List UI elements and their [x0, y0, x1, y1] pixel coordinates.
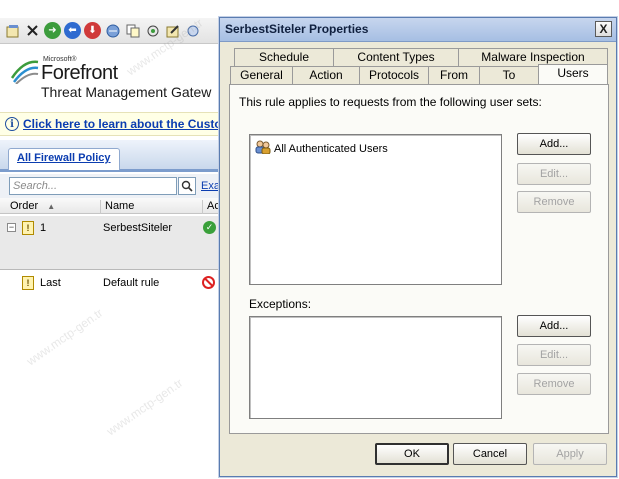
- brand-product-name: Threat Management Gatew: [41, 84, 212, 100]
- delete-icon[interactable]: [24, 22, 41, 39]
- search-row: Search... Exa: [0, 174, 230, 198]
- user-sets-list[interactable]: All Authenticated Users: [249, 134, 502, 285]
- tab-action[interactable]: Action: [292, 66, 360, 84]
- users-group-icon: [255, 140, 271, 157]
- tab-all-firewall-policy[interactable]: All Firewall Policy: [8, 148, 120, 170]
- dialog-title: SerbestSiteler Properties: [225, 22, 369, 36]
- info-bar: i Click here to learn about the Custo: [0, 112, 230, 136]
- table-row[interactable]: − ! 1 SerbestSiteler ✓: [0, 216, 230, 270]
- user-sets-description: This rule applies to requests from the f…: [239, 95, 542, 109]
- close-button[interactable]: X: [595, 21, 612, 37]
- add-exception-button[interactable]: Add...: [517, 315, 591, 337]
- exceptions-label: Exceptions:: [249, 297, 312, 311]
- column-name[interactable]: Name: [100, 200, 134, 214]
- remove-user-set-button[interactable]: Remove: [517, 191, 591, 213]
- edit-icon[interactable]: [164, 22, 181, 39]
- collapse-icon[interactable]: −: [7, 223, 16, 232]
- row-name: SerbestSiteler: [103, 222, 173, 234]
- rule-icon: !: [22, 276, 34, 290]
- policy-tabstrip: All Firewall Policy: [0, 140, 230, 172]
- forefront-logo-icon: [10, 58, 40, 87]
- search-icon[interactable]: [178, 177, 196, 195]
- dialog-titlebar[interactable]: SerbestSiteler Properties X: [220, 18, 616, 42]
- allow-icon: ✓: [203, 221, 216, 234]
- column-action[interactable]: Ac: [202, 200, 220, 214]
- brand-forefront: Forefront: [41, 62, 118, 84]
- forward-icon[interactable]: ➜: [44, 22, 61, 39]
- properties-icon[interactable]: [4, 22, 21, 39]
- tab-users[interactable]: Users: [538, 64, 608, 84]
- tab-content-types[interactable]: Content Types: [333, 48, 459, 66]
- policy-grid-header: Order ▲ Name Ac: [0, 198, 230, 214]
- tab-schedule[interactable]: Schedule: [234, 48, 334, 66]
- cancel-button[interactable]: Cancel: [453, 443, 527, 465]
- column-order-label: Order: [10, 200, 39, 212]
- copy-icon[interactable]: [124, 22, 141, 39]
- info-link[interactable]: Click here to learn about the Custo: [23, 117, 222, 131]
- tab-from[interactable]: From: [428, 66, 480, 84]
- back-icon[interactable]: ⬅: [64, 22, 81, 39]
- deny-icon: [202, 276, 215, 289]
- settings-icon[interactable]: [184, 22, 201, 39]
- product-branding: Microsoft® Forefront Threat Management G…: [8, 54, 230, 104]
- ok-button[interactable]: OK: [375, 443, 449, 465]
- rule-properties-dialog: SerbestSiteler Properties X Schedule Con…: [219, 17, 617, 477]
- column-order[interactable]: Order ▲: [6, 200, 55, 214]
- rule-icon: !: [22, 221, 34, 235]
- search-input[interactable]: Search...: [9, 177, 177, 195]
- network-icon[interactable]: [144, 22, 161, 39]
- tab-to[interactable]: To: [479, 66, 539, 84]
- edit-user-set-button[interactable]: Edit...: [517, 163, 591, 185]
- row-order: Last: [40, 277, 61, 289]
- exceptions-list[interactable]: [249, 316, 502, 419]
- apply-button[interactable]: Apply: [533, 443, 607, 465]
- tab-protocols[interactable]: Protocols: [359, 66, 429, 84]
- console-toolbar: ➜ ⬅ ⬇: [0, 18, 230, 44]
- edit-exception-button[interactable]: Edit...: [517, 344, 591, 366]
- user-set-label: All Authenticated Users: [274, 142, 388, 155]
- list-item[interactable]: All Authenticated Users: [255, 140, 388, 157]
- table-row[interactable]: ! Last Default rule: [0, 272, 230, 294]
- tab-general[interactable]: General: [230, 66, 293, 84]
- sort-ascending-icon: ▲: [47, 202, 56, 211]
- move-down-icon[interactable]: ⬇: [84, 22, 101, 39]
- row-name: Default rule: [103, 277, 160, 289]
- search-examples-link[interactable]: Exa: [201, 180, 220, 192]
- row-order: 1: [40, 222, 47, 234]
- policy-icon[interactable]: [104, 22, 121, 39]
- add-user-set-button[interactable]: Add...: [517, 133, 591, 155]
- remove-exception-button[interactable]: Remove: [517, 373, 591, 395]
- info-icon: i: [5, 117, 19, 131]
